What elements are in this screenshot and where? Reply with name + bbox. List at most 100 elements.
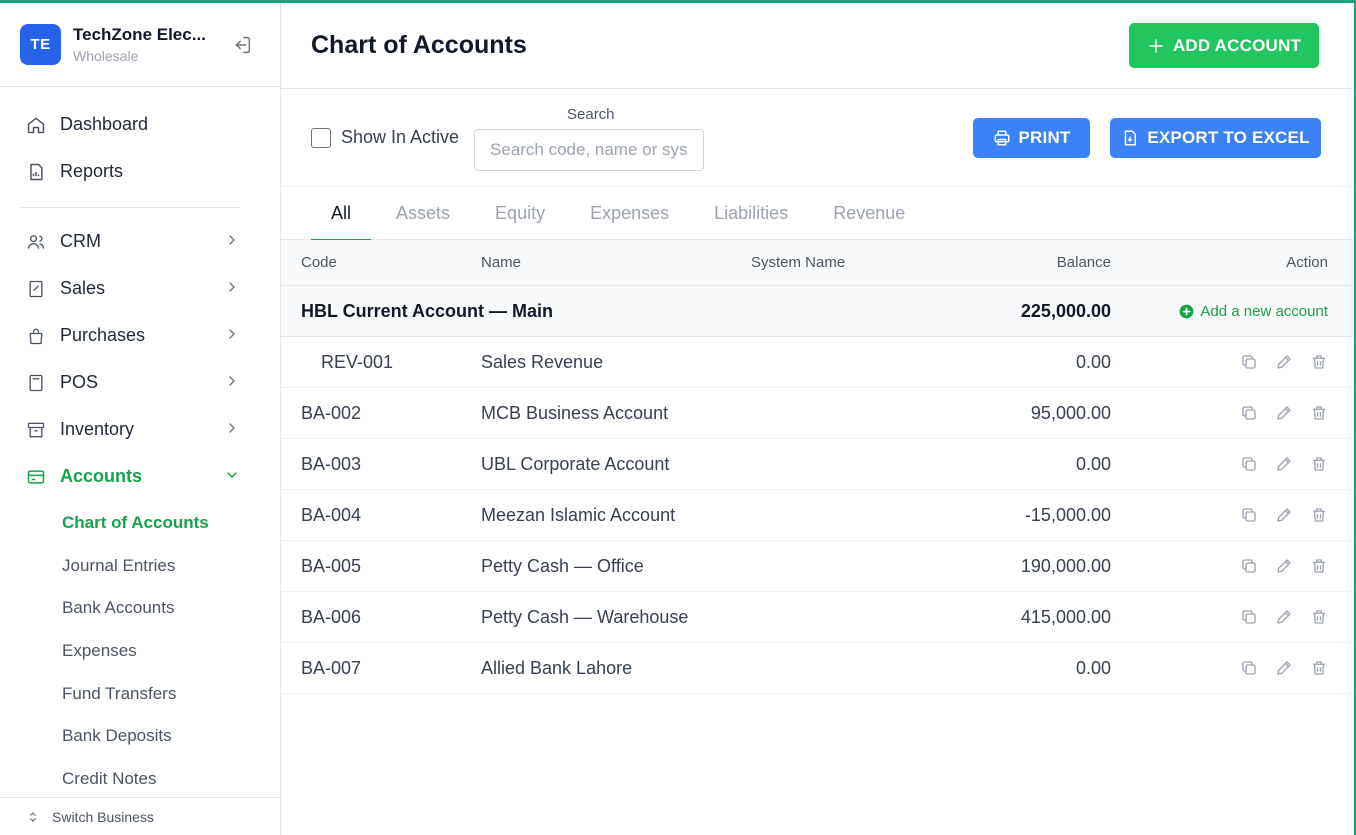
cell-code: BA-006 [301, 606, 362, 627]
cell-code: BA-005 [301, 555, 362, 576]
tab-all[interactable]: All [311, 187, 372, 241]
file-download-icon [1121, 129, 1139, 147]
pencil-icon[interactable] [1275, 608, 1293, 626]
sidebar-item-label: POS [60, 372, 99, 392]
subnav-item-bank-accounts[interactable]: Bank Accounts [0, 587, 280, 630]
print-label: PRINT [1018, 128, 1071, 147]
copy-icon[interactable] [1240, 455, 1258, 473]
sidebar-item-purchases[interactable]: Purchases [0, 312, 280, 359]
printer-icon [993, 129, 1011, 147]
sidebar-item-label: Purchases [60, 325, 146, 345]
subnav-item-journal-entries[interactable]: Journal Entries [0, 545, 280, 588]
pencil-icon[interactable] [1275, 404, 1293, 422]
archive-icon [26, 420, 46, 440]
copy-icon[interactable] [1240, 404, 1258, 422]
sidebar-item-label: CRM [60, 231, 101, 251]
toolbar: Show In Active Search PRINT EXPORT TO EX… [281, 89, 1354, 187]
report-icon [26, 162, 46, 182]
table-row[interactable]: BA-007 Allied Bank Lahore 0.00 [281, 643, 1354, 694]
trash-icon[interactable] [1310, 353, 1328, 371]
search-label: Search [567, 106, 615, 123]
table-row[interactable]: BA-006 Petty Cash — Warehouse 415,000.00 [281, 592, 1354, 643]
pencil-icon[interactable] [1275, 353, 1293, 371]
trash-icon[interactable] [1310, 557, 1328, 575]
table-row[interactable]: BA-004 Meezan Islamic Account -15,000.00 [281, 490, 1354, 541]
business-info[interactable]: TechZone Elec... Wholesale [73, 25, 213, 64]
cell-code: REV-001 [321, 351, 394, 372]
sidebar-nav: Dashboard Reports CRM Sales Purchases PO… [0, 87, 280, 800]
tab-assets[interactable]: Assets [376, 187, 470, 240]
trash-icon[interactable] [1310, 659, 1328, 677]
cell-code: BA-003 [301, 453, 362, 474]
add-new-account-link[interactable]: Add a new account [1179, 286, 1328, 336]
add-account-button[interactable]: ADD ACCOUNT [1129, 23, 1319, 68]
subnav-item-credit-notes[interactable]: Credit Notes [0, 758, 280, 801]
copy-icon[interactable] [1240, 557, 1258, 575]
sidebar-item-crm[interactable]: CRM [0, 218, 280, 265]
sidebar-item-inventory[interactable]: Inventory [0, 406, 280, 453]
trash-icon[interactable] [1310, 404, 1328, 422]
cell-name: MCB Business Account [481, 402, 669, 423]
show-inactive-checkbox[interactable] [311, 127, 331, 148]
business-avatar[interactable]: TE [20, 24, 61, 65]
subnav-item-fund-transfers[interactable]: Fund Transfers [0, 672, 280, 715]
trash-icon[interactable] [1310, 506, 1328, 524]
sidebar-item-label: Sales [60, 278, 106, 298]
table-row[interactable]: BA-002 MCB Business Account 95,000.00 [281, 388, 1354, 439]
column-header-action: Action [1286, 254, 1328, 271]
sidebar-item-reports[interactable]: Reports [0, 148, 280, 195]
copy-icon[interactable] [1240, 608, 1258, 626]
subnav-item-bank-deposits[interactable]: Bank Deposits [0, 715, 280, 758]
tab-liabilities[interactable]: Liabilities [694, 187, 808, 240]
column-header-code[interactable]: Code [301, 240, 337, 285]
row-actions [1240, 439, 1328, 489]
chevron-down-icon [224, 467, 240, 483]
business-header: TE TechZone Elec... Wholesale [0, 3, 280, 87]
group-name: HBL Current Account — Main [301, 300, 554, 321]
trash-icon[interactable] [1310, 455, 1328, 473]
table-row[interactable]: BA-003 UBL Corporate Account 0.00 [281, 439, 1354, 490]
export-excel-button[interactable]: EXPORT TO EXCEL [1110, 118, 1321, 158]
pencil-icon[interactable] [1275, 557, 1293, 575]
sidebar: TE TechZone Elec... Wholesale Dashboard [0, 3, 281, 835]
copy-icon[interactable] [1240, 353, 1258, 371]
account-group-row[interactable]: HBL Current Account — Main 225,000.00 Ad… [281, 286, 1354, 337]
table-row[interactable]: BA-005 Petty Cash — Office 190,000.00 [281, 541, 1354, 592]
search-input[interactable] [474, 129, 704, 171]
row-actions [1240, 643, 1328, 693]
sidebar-item-accounts[interactable]: Accounts [0, 453, 280, 500]
print-button[interactable]: PRINT [973, 118, 1090, 158]
table-header: Code Name System Name Balance Action [281, 240, 1354, 286]
copy-icon[interactable] [1240, 506, 1258, 524]
sidebar-item-pos[interactable]: POS [0, 359, 280, 406]
cell-balance: -15,000.00 [1024, 504, 1111, 525]
show-inactive-toggle[interactable]: Show In Active [311, 127, 459, 148]
sidebar-item-sales[interactable]: Sales [0, 265, 280, 312]
cell-balance: 0.00 [1075, 351, 1111, 372]
column-header-balance[interactable]: Balance [1057, 240, 1111, 285]
row-actions [1240, 541, 1328, 591]
sidebar-item-dashboard[interactable]: Dashboard [0, 101, 280, 148]
pencil-icon[interactable] [1275, 455, 1293, 473]
tab-revenue[interactable]: Revenue [813, 187, 925, 240]
subnav-item-expenses[interactable]: Expenses [0, 630, 280, 673]
pencil-icon[interactable] [1275, 659, 1293, 677]
table-row[interactable]: REV-001 Sales Revenue 0.00 [281, 337, 1354, 388]
column-header-system-name[interactable]: System Name [751, 240, 845, 285]
subnav-item-chart-of-accounts[interactable]: Chart of Accounts [0, 502, 280, 545]
trash-icon[interactable] [1310, 608, 1328, 626]
sidebar-item-label: Reports [60, 161, 124, 181]
column-header-name[interactable]: Name [481, 240, 521, 285]
sidebar-item-label: Accounts [60, 466, 143, 486]
cell-balance: 415,000.00 [1020, 606, 1111, 627]
tab-equity[interactable]: Equity [475, 187, 565, 240]
logout-icon[interactable] [231, 34, 253, 56]
tab-expenses[interactable]: Expenses [570, 187, 689, 240]
switch-business-button[interactable]: Switch Business [0, 797, 280, 835]
group-balance: 225,000.00 [1020, 300, 1111, 321]
pencil-icon[interactable] [1275, 506, 1293, 524]
copy-icon[interactable] [1240, 659, 1258, 677]
cell-code: BA-004 [301, 504, 362, 525]
table-body: REV-001 Sales Revenue 0.00 BA-002 MCB Bu… [281, 337, 1354, 694]
cell-name: Sales Revenue [481, 351, 604, 372]
